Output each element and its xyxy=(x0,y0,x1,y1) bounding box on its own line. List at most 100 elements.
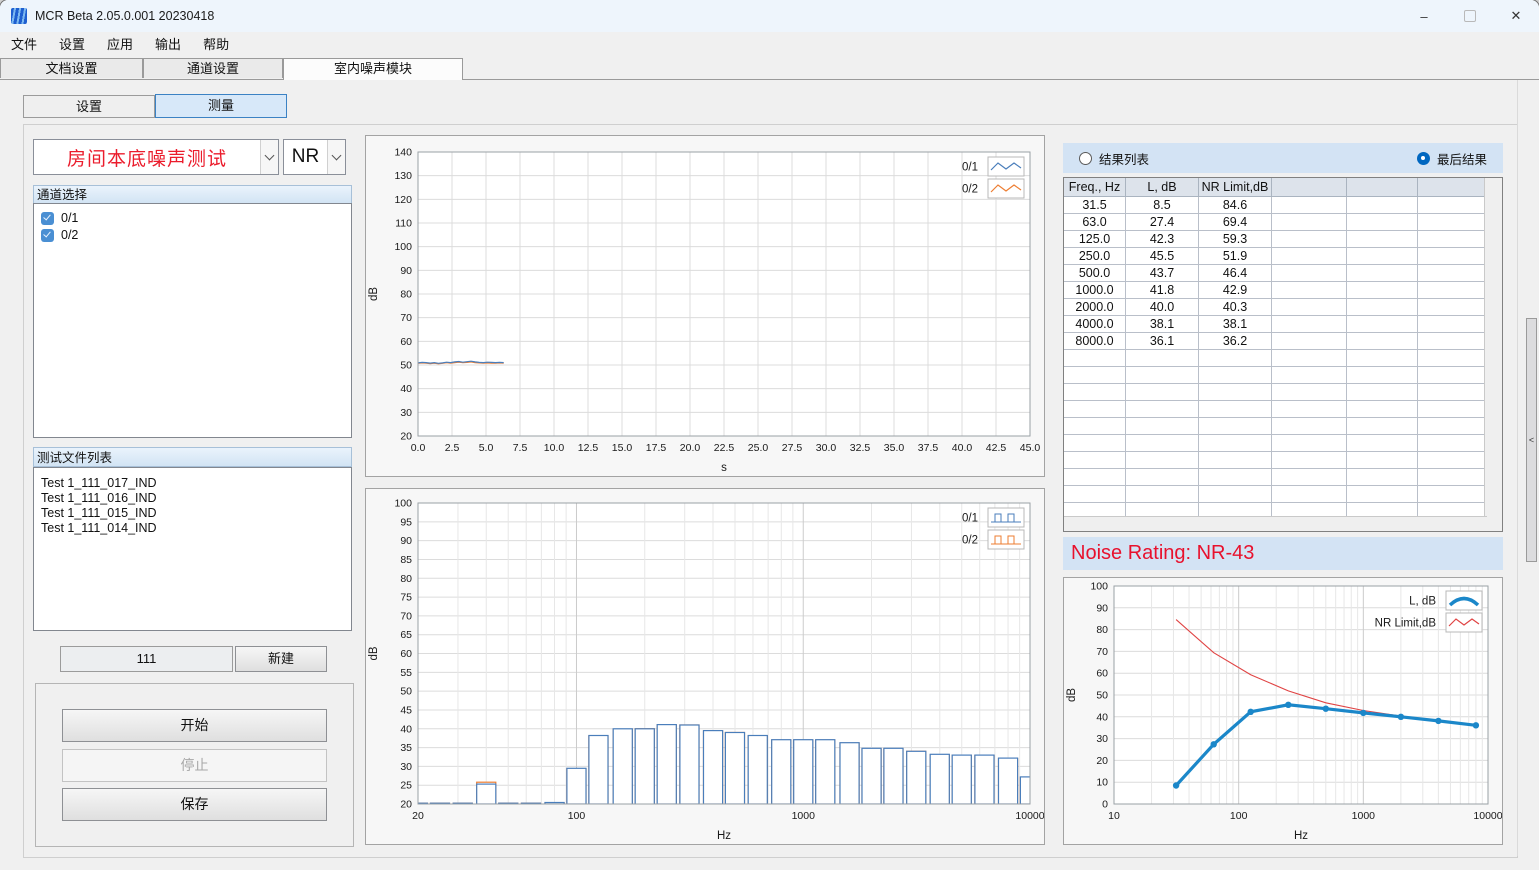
rating-standard-dropdown-arrow[interactable] xyxy=(327,140,345,174)
table-row[interactable]: 125.042.359.3 xyxy=(1064,231,1492,248)
result-view-bar: 结果列表 最后结果 xyxy=(1063,143,1503,173)
test-file-item-1[interactable]: Test 1_111_016_IND xyxy=(34,491,351,506)
table-cell xyxy=(1418,435,1492,452)
table-row[interactable] xyxy=(1064,350,1492,367)
rating-standard-combobox[interactable]: NR xyxy=(283,139,346,175)
tab-settings[interactable]: 设置 xyxy=(23,95,155,118)
last-result-radio[interactable] xyxy=(1417,152,1430,165)
table-cell: 500.0 xyxy=(1064,265,1126,282)
menu-item-0[interactable]: 文件 xyxy=(0,32,48,58)
main-tab-0[interactable]: 文档设置 xyxy=(0,58,143,78)
table-cell xyxy=(1064,418,1126,435)
table-row[interactable] xyxy=(1064,418,1492,435)
svg-text:45.0: 45.0 xyxy=(1020,442,1041,454)
table-cell xyxy=(1272,265,1347,282)
tab-strip: 文档设置通道设置室内噪声模块 xyxy=(0,58,1539,80)
main-tab-2[interactable]: 室内噪声模块 xyxy=(283,58,463,80)
test-file-listbox[interactable]: Test 1_111_017_INDTest 1_111_016_INDTest… xyxy=(33,467,352,631)
table-cell xyxy=(1418,452,1492,469)
menu-item-1[interactable]: 设置 xyxy=(48,32,96,58)
table-row[interactable] xyxy=(1064,384,1492,401)
tab-measure[interactable]: 测量 xyxy=(155,94,287,118)
table-cell xyxy=(1347,469,1418,486)
table-row[interactable] xyxy=(1064,486,1492,503)
svg-text:100: 100 xyxy=(394,498,412,510)
collapse-splitter-handle[interactable]: < xyxy=(1526,318,1537,562)
stop-button[interactable]: 停止 xyxy=(62,749,327,782)
table-cell xyxy=(1418,248,1492,265)
table-row[interactable]: 1000.041.842.9 xyxy=(1064,282,1492,299)
svg-text:dB: dB xyxy=(368,646,380,660)
result-list-radio[interactable] xyxy=(1079,152,1092,165)
svg-text:30: 30 xyxy=(400,407,412,419)
table-row[interactable]: 31.58.584.6 xyxy=(1064,197,1492,214)
table-cell: 84.6 xyxy=(1199,197,1272,214)
svg-text:0/2: 0/2 xyxy=(962,184,978,196)
rating-standard-value: NR xyxy=(292,146,319,168)
svg-text:40: 40 xyxy=(1096,711,1108,723)
minimize-button[interactable]: – xyxy=(1401,0,1447,32)
channel-row-0[interactable]: 0/1 xyxy=(34,209,351,226)
svg-text:90: 90 xyxy=(400,535,412,547)
table-row[interactable] xyxy=(1064,452,1492,469)
last-result-radio-label: 最后结果 xyxy=(1437,149,1487,168)
table-row[interactable]: 2000.040.040.3 xyxy=(1064,299,1492,316)
close-button[interactable]: ✕ xyxy=(1493,0,1539,32)
table-row[interactable]: 8000.036.136.2 xyxy=(1064,333,1492,350)
svg-text:80: 80 xyxy=(400,573,412,585)
table-row[interactable]: 500.043.746.4 xyxy=(1064,265,1492,282)
test-file-item-2[interactable]: Test 1_111_015_IND xyxy=(34,506,351,521)
results-table[interactable]: Freq., HzL, dBNR Limit,dB31.58.584.663.0… xyxy=(1063,177,1503,532)
test-type-combobox[interactable]: 房间本底噪声测试 xyxy=(33,139,279,175)
maximize-button[interactable] xyxy=(1447,0,1493,32)
test-file-item-3[interactable]: Test 1_111_014_IND xyxy=(34,521,351,536)
app-icon xyxy=(11,8,27,24)
table-cell xyxy=(1347,333,1418,350)
save-button[interactable]: 保存 xyxy=(62,788,327,821)
svg-text:27.5: 27.5 xyxy=(782,442,803,454)
channel-checkbox-checked[interactable] xyxy=(41,229,54,242)
test-name-field[interactable]: 111 xyxy=(60,646,233,672)
maximize-icon xyxy=(1464,10,1476,22)
table-vertical-scrollbar[interactable] xyxy=(1484,178,1502,531)
table-row[interactable]: 250.045.551.9 xyxy=(1064,248,1492,265)
channel-select-header: 通道选择 xyxy=(33,185,352,204)
table-row[interactable] xyxy=(1064,367,1492,384)
svg-text:0/2: 0/2 xyxy=(962,535,978,547)
svg-text:30: 30 xyxy=(1096,733,1108,745)
table-cell xyxy=(1418,197,1492,214)
table-cell: 2000.0 xyxy=(1064,299,1126,316)
menu-item-2[interactable]: 应用 xyxy=(96,32,144,58)
svg-text:42.5: 42.5 xyxy=(986,442,1007,454)
table-row[interactable]: 4000.038.138.1 xyxy=(1064,316,1492,333)
test-type-dropdown-arrow[interactable] xyxy=(260,140,278,174)
table-cell xyxy=(1126,418,1199,435)
table-cell xyxy=(1126,435,1199,452)
svg-text:22.5: 22.5 xyxy=(714,442,735,454)
table-cell xyxy=(1199,367,1272,384)
svg-text:55: 55 xyxy=(400,667,412,679)
menu-item-4[interactable]: 帮助 xyxy=(192,32,240,58)
channel-listbox[interactable]: 0/10/2 xyxy=(33,203,352,438)
table-cell xyxy=(1199,469,1272,486)
table-row[interactable] xyxy=(1064,469,1492,486)
svg-text:17.5: 17.5 xyxy=(646,442,667,454)
test-file-item-0[interactable]: Test 1_111_017_IND xyxy=(34,476,351,491)
table-cell xyxy=(1199,418,1272,435)
channel-row-1[interactable]: 0/2 xyxy=(34,226,351,243)
new-button[interactable]: 新建 xyxy=(235,646,327,672)
table-horizontal-scrollbar[interactable] xyxy=(1064,516,1487,531)
channel-checkbox-checked[interactable] xyxy=(41,212,54,225)
svg-text:15.0: 15.0 xyxy=(612,442,633,454)
window-title: MCR Beta 2.05.0.001 20230418 xyxy=(35,9,214,23)
start-button[interactable]: 开始 xyxy=(62,709,327,742)
table-cell xyxy=(1347,384,1418,401)
table-cell xyxy=(1418,350,1492,367)
table-row[interactable] xyxy=(1064,435,1492,452)
svg-text:32.5: 32.5 xyxy=(850,442,871,454)
menu-item-3[interactable]: 输出 xyxy=(144,32,192,58)
main-tab-1[interactable]: 通道设置 xyxy=(143,58,283,78)
table-row[interactable]: 63.027.469.4 xyxy=(1064,214,1492,231)
table-cell xyxy=(1272,316,1347,333)
table-row[interactable] xyxy=(1064,401,1492,418)
